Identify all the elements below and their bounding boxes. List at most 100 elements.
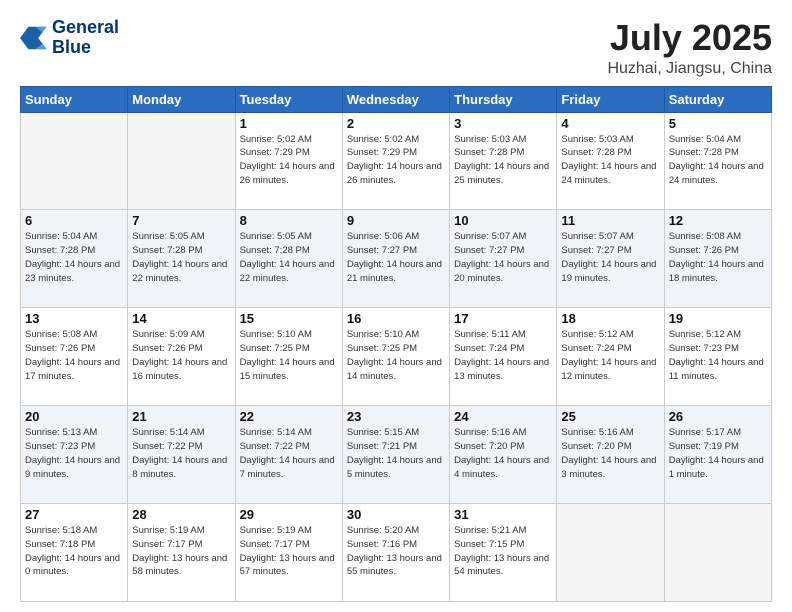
table-row: 9 Sunrise: 5:06 AMSunset: 7:27 PMDaylight… [342, 210, 449, 308]
day-info: Sunrise: 5:12 AMSunset: 7:24 PMDaylight:… [561, 328, 659, 383]
day-info: Sunrise: 5:18 AMSunset: 7:18 PMDaylight:… [25, 524, 123, 579]
day-number: 21 [132, 409, 230, 424]
calendar-week-row: 13 Sunrise: 5:08 AMSunset: 7:26 PMDayligh… [21, 308, 772, 406]
header-saturday: Saturday [664, 86, 771, 112]
calendar-week-row: 20 Sunrise: 5:13 AMSunset: 7:23 PMDayligh… [21, 406, 772, 504]
table-row [664, 504, 771, 602]
table-row: 21 Sunrise: 5:14 AMSunset: 7:22 PMDayligh… [128, 406, 235, 504]
table-row: 8 Sunrise: 5:05 AMSunset: 7:28 PMDaylight… [235, 210, 342, 308]
table-row: 4Sunrise: 5:03 AMSunset: 7:28 PMDaylight… [557, 112, 664, 210]
header: General Blue July 2025 Huzhai, Jiangsu, … [20, 18, 772, 78]
header-tuesday: Tuesday [235, 86, 342, 112]
table-row: 16 Sunrise: 5:10 AMSunset: 7:25 PMDayligh… [342, 308, 449, 406]
day-info: Sunrise: 5:03 AMSunset: 7:28 PMDaylight:… [454, 133, 552, 188]
day-number: 5 [669, 116, 767, 131]
day-number: 3 [454, 116, 552, 131]
day-number: 10 [454, 213, 552, 228]
header-sunday: Sunday [21, 86, 128, 112]
day-info: Sunrise: 5:16 AMSunset: 7:20 PMDaylight:… [561, 426, 659, 481]
day-number: 24 [454, 409, 552, 424]
table-row: 5 Sunrise: 5:04 AMSunset: 7:28 PMDaylight… [664, 112, 771, 210]
table-row: 20 Sunrise: 5:13 AMSunset: 7:23 PMDayligh… [21, 406, 128, 504]
table-row: 15 Sunrise: 5:10 AMSunset: 7:25 PMDayligh… [235, 308, 342, 406]
day-info: Sunrise: 5:10 AMSunset: 7:25 PMDaylight:… [347, 328, 445, 383]
day-info: Sunrise: 5:14 AMSunset: 7:22 PMDaylight:… [240, 426, 338, 481]
day-number: 9 [347, 213, 445, 228]
day-info: Sunrise: 5:19 AMSunset: 7:17 PMDaylight:… [132, 524, 230, 579]
day-info: Sunrise: 5:08 AMSunset: 7:26 PMDaylight:… [25, 328, 123, 383]
logo: General Blue [20, 18, 119, 58]
day-info: Sunrise: 5:19 AMSunset: 7:17 PMDaylight:… [240, 524, 338, 579]
header-thursday: Thursday [450, 86, 557, 112]
table-row: 2Sunrise: 5:02 AMSunset: 7:29 PMDaylight… [342, 112, 449, 210]
day-info: Sunrise: 5:21 AMSunset: 7:15 PMDaylight:… [454, 524, 552, 579]
day-info: Sunrise: 5:02 AMSunset: 7:29 PMDaylight:… [347, 133, 445, 188]
table-row: 25 Sunrise: 5:16 AMSunset: 7:20 PMDayligh… [557, 406, 664, 504]
day-number: 14 [132, 311, 230, 326]
day-info: Sunrise: 5:05 AMSunset: 7:28 PMDaylight:… [132, 230, 230, 285]
day-info: Sunrise: 5:09 AMSunset: 7:26 PMDaylight:… [132, 328, 230, 383]
table-row: 22 Sunrise: 5:14 AMSunset: 7:22 PMDayligh… [235, 406, 342, 504]
day-number: 1 [240, 116, 338, 131]
table-row: 18 Sunrise: 5:12 AMSunset: 7:24 PMDayligh… [557, 308, 664, 406]
table-row: 12Sunrise: 5:08 AMSunset: 7:26 PMDayligh… [664, 210, 771, 308]
day-info: Sunrise: 5:08 AMSunset: 7:26 PMDaylight:… [669, 230, 767, 285]
day-info: Sunrise: 5:13 AMSunset: 7:23 PMDaylight:… [25, 426, 123, 481]
day-number: 23 [347, 409, 445, 424]
day-number: 17 [454, 311, 552, 326]
page: General Blue July 2025 Huzhai, Jiangsu, … [0, 0, 792, 612]
header-friday: Friday [557, 86, 664, 112]
day-info: Sunrise: 5:05 AMSunset: 7:28 PMDaylight:… [240, 230, 338, 285]
table-row: 17Sunrise: 5:11 AMSunset: 7:24 PMDayligh… [450, 308, 557, 406]
day-info: Sunrise: 5:17 AMSunset: 7:19 PMDaylight:… [669, 426, 767, 481]
calendar-week-row: 1 Sunrise: 5:02 AMSunset: 7:29 PMDaylight… [21, 112, 772, 210]
day-number: 7 [132, 213, 230, 228]
day-info: Sunrise: 5:15 AMSunset: 7:21 PMDaylight:… [347, 426, 445, 481]
day-info: Sunrise: 5:04 AMSunset: 7:28 PMDaylight:… [669, 133, 767, 188]
day-info: Sunrise: 5:20 AMSunset: 7:16 PMDaylight:… [347, 524, 445, 579]
table-row: 19Sunrise: 5:12 AMSunset: 7:23 PMDayligh… [664, 308, 771, 406]
day-number: 31 [454, 507, 552, 522]
day-info: Sunrise: 5:12 AMSunset: 7:23 PMDaylight:… [669, 328, 767, 383]
table-row: 27 Sunrise: 5:18 AMSunset: 7:18 PMDayligh… [21, 504, 128, 602]
day-number: 25 [561, 409, 659, 424]
location-title: Huzhai, Jiangsu, China [607, 60, 772, 78]
calendar-table: Sunday Monday Tuesday Wednesday Thursday… [20, 86, 772, 602]
day-number: 28 [132, 507, 230, 522]
day-info: Sunrise: 5:10 AMSunset: 7:25 PMDaylight:… [240, 328, 338, 383]
day-info: Sunrise: 5:16 AMSunset: 7:20 PMDaylight:… [454, 426, 552, 481]
table-row: 26 Sunrise: 5:17 AMSunset: 7:19 PMDayligh… [664, 406, 771, 504]
logo-name: General Blue [52, 18, 119, 58]
table-row: 11 Sunrise: 5:07 AMSunset: 7:27 PMDayligh… [557, 210, 664, 308]
table-row: 6Sunrise: 5:04 AMSunset: 7:28 PMDaylight… [21, 210, 128, 308]
table-row: 7 Sunrise: 5:05 AMSunset: 7:28 PMDaylight… [128, 210, 235, 308]
day-info: Sunrise: 5:07 AMSunset: 7:27 PMDaylight:… [561, 230, 659, 285]
day-info: Sunrise: 5:06 AMSunset: 7:27 PMDaylight:… [347, 230, 445, 285]
table-row: 13 Sunrise: 5:08 AMSunset: 7:26 PMDayligh… [21, 308, 128, 406]
calendar-week-row: 6Sunrise: 5:04 AMSunset: 7:28 PMDaylight… [21, 210, 772, 308]
day-number: 6 [25, 213, 123, 228]
day-number: 29 [240, 507, 338, 522]
table-row: 23 Sunrise: 5:15 AMSunset: 7:21 PMDayligh… [342, 406, 449, 504]
day-number: 18 [561, 311, 659, 326]
day-number: 11 [561, 213, 659, 228]
table-row: 24 Sunrise: 5:16 AMSunset: 7:20 PMDayligh… [450, 406, 557, 504]
day-number: 16 [347, 311, 445, 326]
table-row: 30Sunrise: 5:20 AMSunset: 7:16 PMDayligh… [342, 504, 449, 602]
day-number: 4 [561, 116, 659, 131]
day-number: 15 [240, 311, 338, 326]
day-number: 13 [25, 311, 123, 326]
logo-icon [20, 24, 48, 52]
calendar-week-row: 27 Sunrise: 5:18 AMSunset: 7:18 PMDayligh… [21, 504, 772, 602]
title-block: July 2025 Huzhai, Jiangsu, China [607, 18, 772, 78]
table-row: 28 Sunrise: 5:19 AMSunset: 7:17 PMDayligh… [128, 504, 235, 602]
day-number: 20 [25, 409, 123, 424]
day-info: Sunrise: 5:14 AMSunset: 7:22 PMDaylight:… [132, 426, 230, 481]
table-row [21, 112, 128, 210]
day-number: 22 [240, 409, 338, 424]
day-number: 27 [25, 507, 123, 522]
table-row: 1Sunrise: 5:02 AMSunset: 7:29 PMDaylight… [235, 112, 342, 210]
day-number: 8 [240, 213, 338, 228]
day-number: 26 [669, 409, 767, 424]
table-row: 14 Sunrise: 5:09 AMSunset: 7:26 PMDayligh… [128, 308, 235, 406]
